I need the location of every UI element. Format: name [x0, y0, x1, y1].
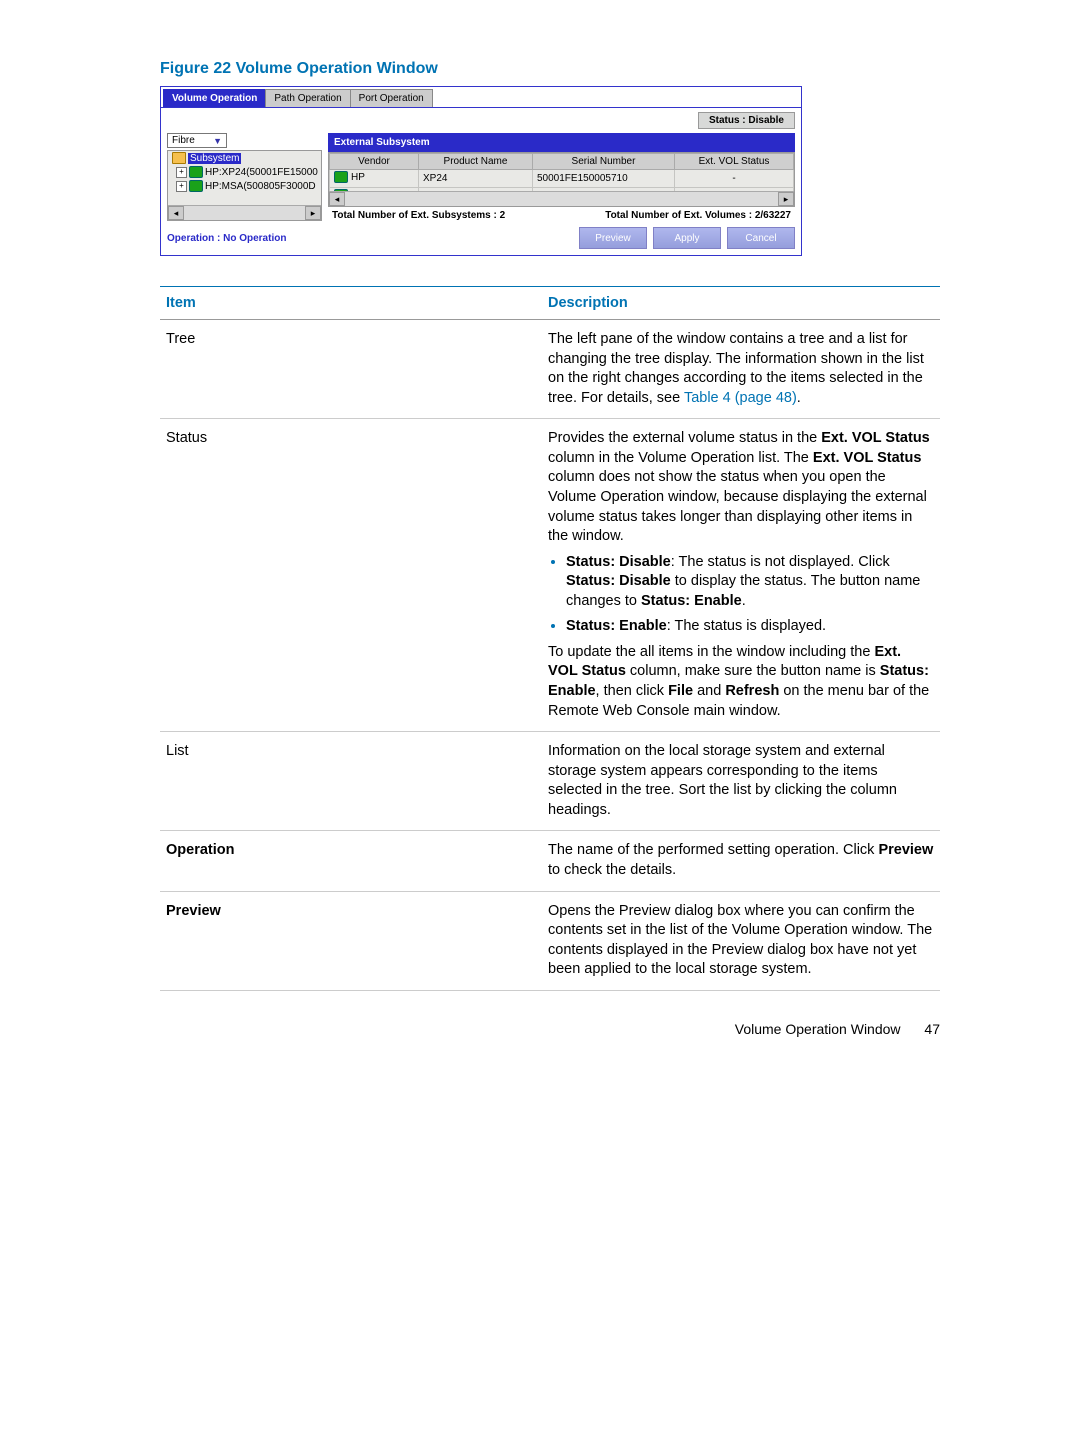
status-toggle-button[interactable]: Status : Disable	[698, 112, 795, 129]
footer-title: Volume Operation Window	[735, 1021, 901, 1037]
col-status[interactable]: Ext. VOL Status	[675, 154, 794, 170]
disk-icon	[189, 166, 203, 178]
figure-title: Figure 22 Volume Operation Window	[160, 60, 940, 78]
tab-path-operation[interactable]: Path Operation	[265, 89, 350, 107]
screenshot-frame: Volume Operation Path Operation Port Ope…	[160, 86, 802, 256]
xref-table-4[interactable]: Table 4 (page 48)	[684, 390, 797, 406]
apply-button[interactable]: Apply	[653, 227, 721, 249]
tree-item[interactable]: HP:MSA(500805F3000D	[205, 181, 316, 192]
disk-icon	[334, 171, 348, 183]
page-number: 47	[924, 1021, 940, 1037]
volume-grid: Vendor Product Name Serial Number Ext. V…	[328, 152, 795, 207]
tree-view[interactable]: Subsystem + HP:XP24(50001FE15000 + HP:MS…	[167, 150, 322, 221]
desc-row-operation: Operation The name of the performed sett…	[160, 831, 940, 891]
col-vendor[interactable]: Vendor	[330, 154, 419, 170]
total-subsystems: Total Number of Ext. Subsystems : 2	[332, 210, 505, 221]
tab-port-operation[interactable]: Port Operation	[350, 89, 433, 107]
col-product[interactable]: Product Name	[419, 154, 533, 170]
desc-row-preview: Preview Opens the Preview dialog box whe…	[160, 891, 940, 990]
desc-col-item: Item	[160, 287, 542, 320]
tree-h-scrollbar[interactable]: ◂ ▸	[168, 205, 321, 220]
totals-row: Total Number of Ext. Subsystems : 2 Tota…	[328, 207, 795, 221]
operation-label: Operation : No Operation	[167, 233, 286, 244]
desc-row-list: List Information on the local storage sy…	[160, 732, 940, 831]
right-pane: External Subsystem Vendor Product Name S…	[328, 133, 795, 221]
total-volumes: Total Number of Ext. Volumes : 2/63227	[605, 210, 791, 221]
page-footer: Volume Operation Window 47	[160, 1021, 940, 1037]
desc-row-tree: Tree The left pane of the window contain…	[160, 320, 940, 419]
cancel-button[interactable]: Cancel	[727, 227, 795, 249]
section-header: External Subsystem	[328, 133, 795, 152]
folder-icon	[172, 152, 186, 164]
scroll-left-icon[interactable]: ◂	[168, 206, 184, 220]
left-pane: Fibre ▼ Subsystem + HP:XP24(50001FE15000…	[167, 133, 322, 221]
scroll-right-icon[interactable]: ▸	[305, 206, 321, 220]
tab-volume-operation[interactable]: Volume Operation	[163, 89, 266, 107]
desc-col-description: Description	[542, 287, 940, 320]
expand-icon[interactable]: +	[176, 181, 187, 192]
expand-icon[interactable]: +	[176, 167, 187, 178]
table-row[interactable]: HP XP24 50001FE150005710 -	[330, 170, 794, 188]
disk-icon	[189, 180, 203, 192]
scroll-left-icon[interactable]: ◂	[329, 192, 345, 206]
combo-label: Fibre	[172, 135, 195, 146]
desc-row-status: Status Provides the external volume stat…	[160, 419, 940, 732]
tree-item[interactable]: HP:XP24(50001FE15000	[205, 167, 318, 178]
col-serial[interactable]: Serial Number	[533, 154, 675, 170]
fibre-combo[interactable]: Fibre ▼	[167, 133, 227, 148]
tab-bar: Volume Operation Path Operation Port Ope…	[161, 87, 801, 108]
chevron-down-icon: ▼	[213, 136, 222, 146]
description-table: Item Description Tree The left pane of t…	[160, 286, 940, 991]
tree-root[interactable]: Subsystem	[188, 153, 241, 164]
scroll-right-icon[interactable]: ▸	[778, 192, 794, 206]
grid-h-scrollbar[interactable]: ◂ ▸	[329, 191, 794, 206]
preview-button[interactable]: Preview	[579, 227, 647, 249]
